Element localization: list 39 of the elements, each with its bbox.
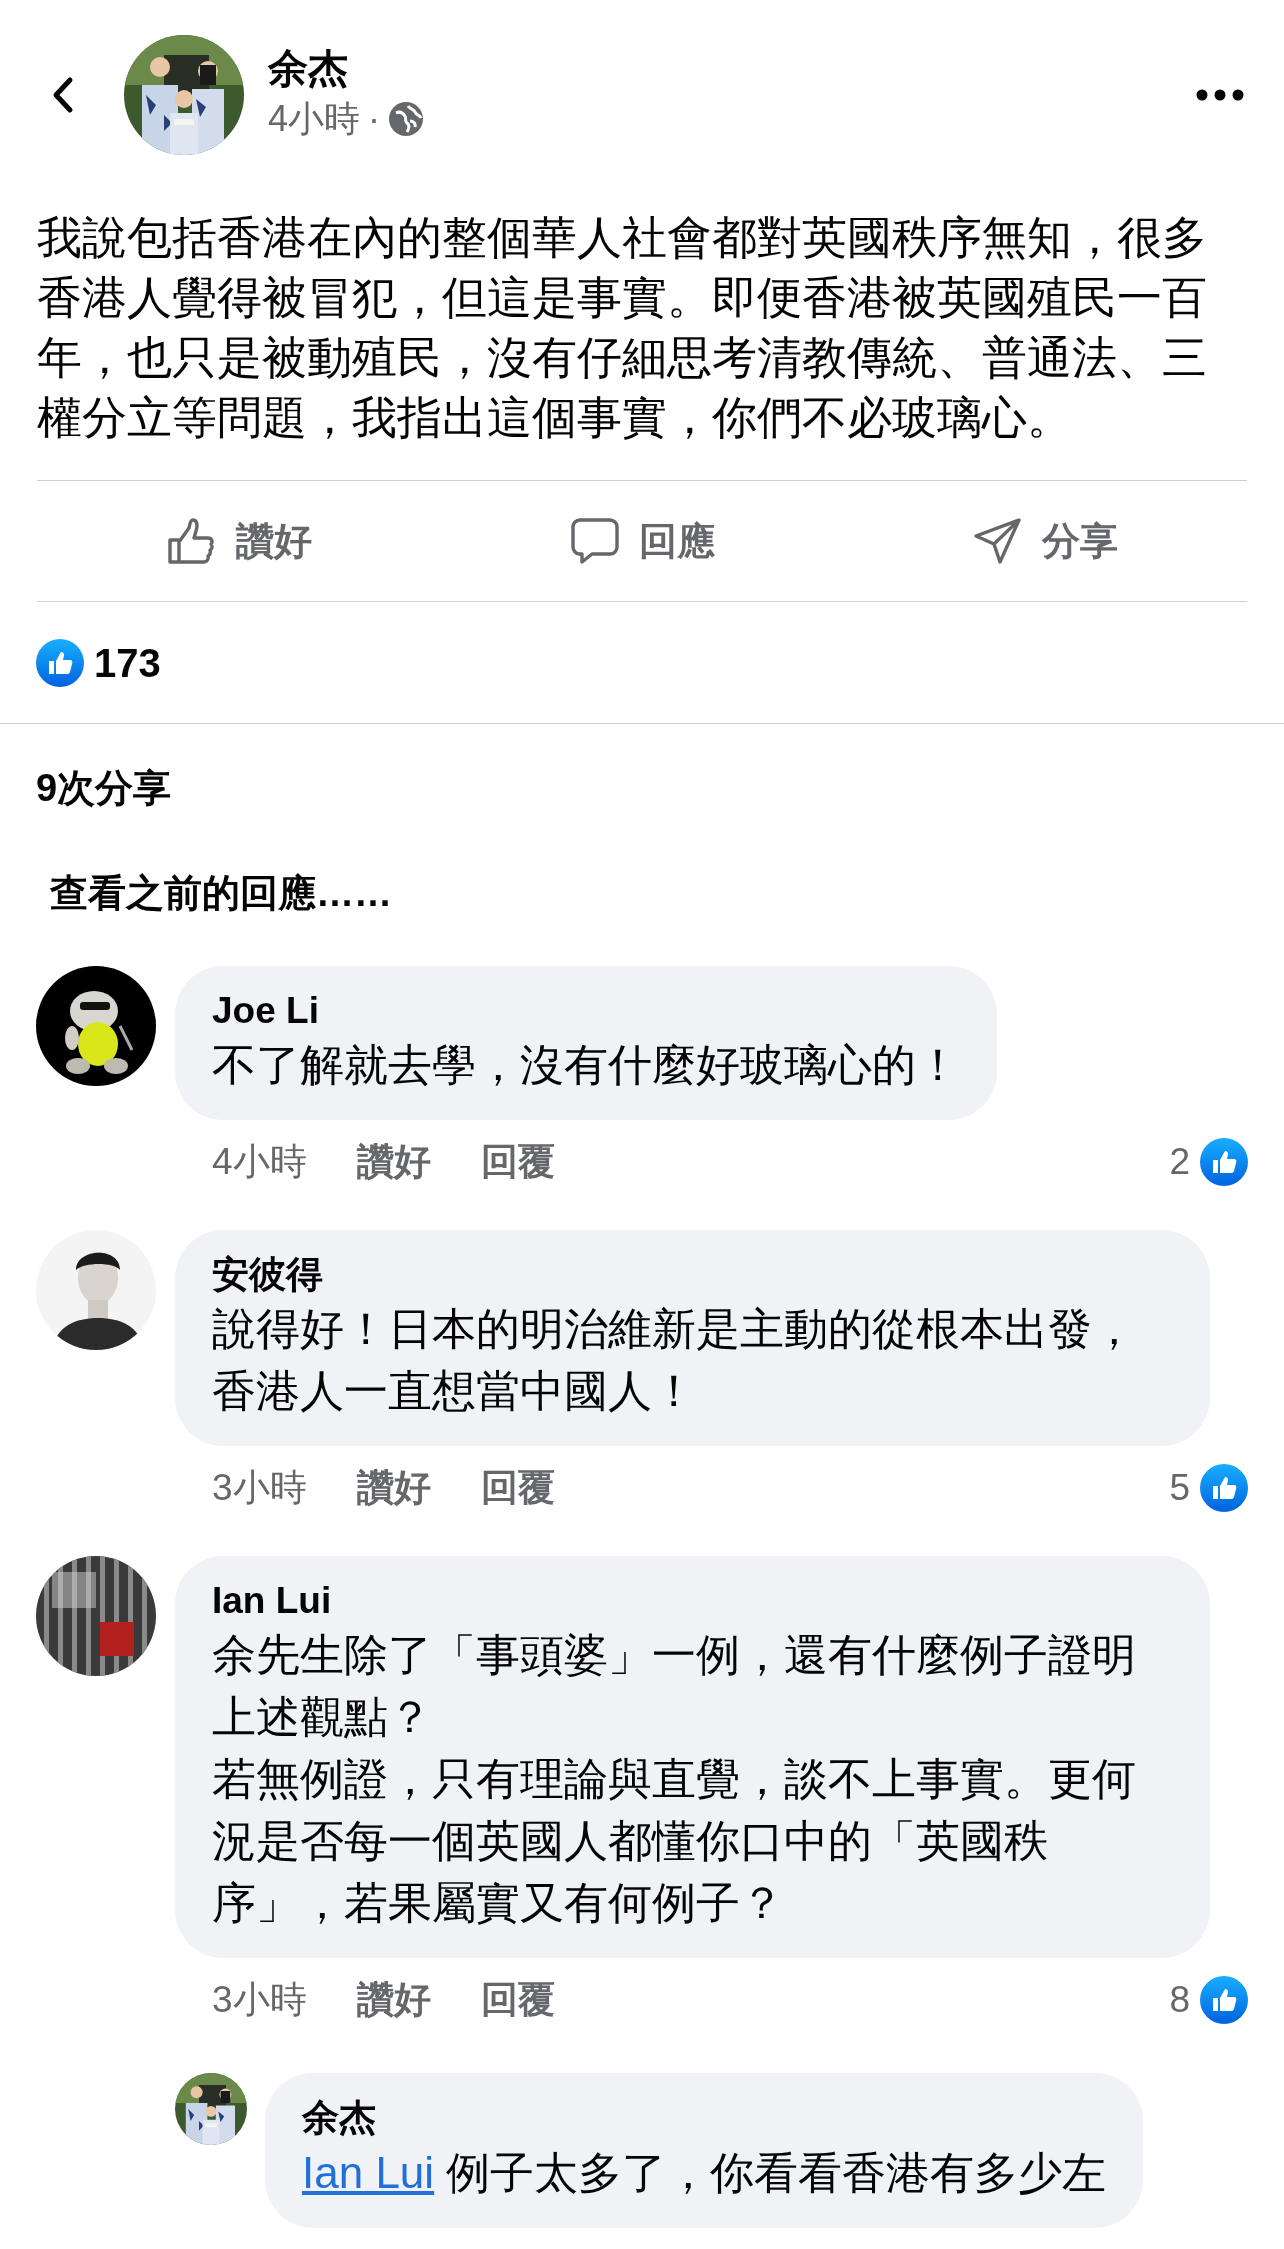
reply-link[interactable]: 回覆 (480, 1971, 555, 2028)
commenter-name[interactable]: 安彼得 (212, 1251, 1173, 1298)
like-button[interactable]: 讚好 (37, 481, 441, 601)
like-link[interactable]: 讚好 (356, 1971, 431, 2028)
commenter-name[interactable]: Ian Lui (212, 1577, 1173, 1624)
comment-time: 3小時 (212, 1466, 307, 1510)
comment-text: 若無例證，只有理論與直覺，談不上事實。更何況是否每一個英國人都懂你口中的「英國秩序」，若果屬實又有何例子？ (212, 1752, 1137, 1929)
reaction-count[interactable]: 173 (94, 632, 161, 693)
globe-icon (388, 101, 425, 137)
reply-link[interactable]: 回覆 (480, 1460, 555, 1516)
comment-text: 不了解就去學，沒有什麼好玻璃心的！ (212, 1039, 960, 1092)
share-count[interactable]: 9次分享 (0, 724, 1284, 817)
commenter-name[interactable]: 余杰 (302, 2095, 1107, 2142)
post-time: 4小時 (268, 97, 361, 141)
reply-link[interactable]: 回覆 (480, 1134, 555, 1190)
mention-link[interactable]: Ian Lui (302, 2147, 435, 2197)
speech-bubble-icon (569, 516, 621, 566)
share-button[interactable]: 分享 (843, 481, 1247, 601)
like-count: 5 (1169, 1466, 1190, 1510)
reply-text: Ian Lui 例子太多了，你看看香港有多少左 (302, 2146, 1107, 2199)
author-name[interactable]: 余杰 (268, 44, 425, 92)
like-link[interactable]: 讚好 (356, 1134, 431, 1190)
comment-time: 4小時 (212, 1140, 307, 1185)
comment-time: 3小時 (212, 1977, 307, 2022)
comment-text: 余先生除了「事頭婆」一例，還有什麼例子證明上述觀點？ (212, 1628, 1137, 1743)
like-reaction-icon (36, 638, 84, 687)
more-icon[interactable] (1196, 87, 1244, 103)
post-text: 我說包括香港在內的整個華人社會都對英國秩序無知，很多香港人覺得被冒犯，但這是事實。即便香港被英國殖民一百年，也只是被動殖民，沒有仔細思考清教傳統、普通法、三權分立等問題，我指出這個事實，你們不必玻璃心。 (36, 211, 1208, 445)
comment-text: 說得好！日本的明治維新是主動的從根本出發，香港人一直想當中國人！ (212, 1303, 1137, 1417)
like-link[interactable]: 讚好 (356, 1460, 431, 1516)
like-reaction-icon (1200, 1975, 1248, 2024)
commenter-name[interactable]: Joe Li (212, 988, 960, 1035)
like-count: 8 (1169, 1977, 1190, 2022)
like-reaction-icon (1200, 1463, 1248, 1512)
separator-dot: · (368, 97, 381, 141)
like-reaction-icon (1200, 1138, 1248, 1186)
previous-comments-link[interactable]: 查看之前的回應…… (0, 817, 442, 922)
comment-button[interactable]: 回應 (440, 481, 844, 601)
like-count: 2 (1169, 1140, 1190, 1185)
